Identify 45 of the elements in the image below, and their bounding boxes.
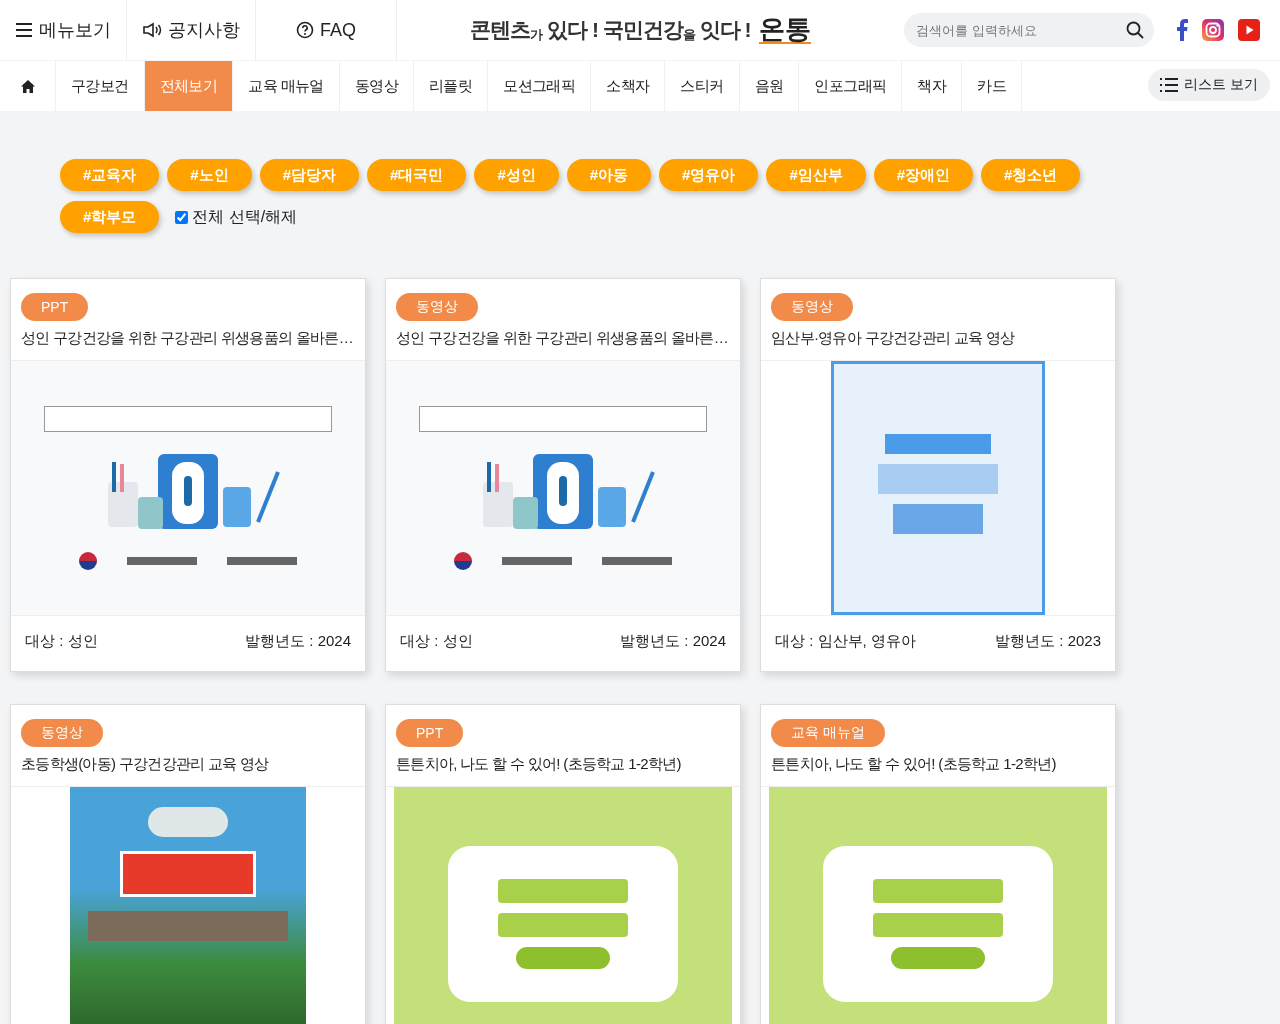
category-badge: 동영상 <box>396 293 478 321</box>
category-badge: PPT <box>21 293 89 321</box>
card-year: 발행년도 : 2023 <box>995 632 1101 651</box>
content-card[interactable]: 교육 매뉴얼 튼튼치아, 나도 할 수 있어! (초등학교 1-2학년) <box>760 704 1116 1024</box>
nav-tab[interactable]: 카드 <box>962 61 1023 111</box>
question-icon <box>296 21 314 39</box>
card-target: 대상 : 성인 <box>400 632 473 651</box>
card-target: 대상 : 성인 <box>25 632 98 651</box>
nav-tab[interactable]: 책자 <box>902 61 963 111</box>
list-view-button[interactable]: 리스트 보기 <box>1148 69 1270 101</box>
logo-slogan: 콘텐츠$_{가}$ 있다 ! 국민건강$_{을}$ 잇다 ! <box>470 17 751 44</box>
nav-tab[interactable]: 동영상 <box>339 61 414 111</box>
category-badge: 교육 매뉴얼 <box>771 719 885 747</box>
speaker-icon <box>142 22 162 38</box>
nav-tab[interactable]: 소책자 <box>591 61 666 111</box>
nav-tab[interactable]: 인포그래픽 <box>799 61 903 111</box>
list-icon <box>1160 78 1179 92</box>
home-icon <box>20 79 35 93</box>
nav-tab[interactable]: 교육 매뉴얼 <box>233 61 340 111</box>
content-card[interactable]: 동영상 임산부·영유아 구강건강관리 교육 영상 대상 : 임산부, 영유아 발행년도 : 2023 <box>760 278 1116 672</box>
instagram-icon[interactable] <box>1202 19 1224 41</box>
select-all-checkbox[interactable] <box>175 210 189 224</box>
category-badge: 동영상 <box>771 293 853 321</box>
nav-tab[interactable]: 스티커 <box>665 61 740 111</box>
nav-tab[interactable]: 모션그래픽 <box>488 61 592 111</box>
nav-tab[interactable]: 음원 <box>739 61 800 111</box>
content-card[interactable]: PPT 성인 구강건강을 위한 구강관리 위생용품의 올바른… 대상 : 성인 발행년도 : 2024 <box>10 278 366 672</box>
logo-brand: 온통 <box>758 16 811 44</box>
content-card[interactable]: 동영상 성인 구강건강을 위한 구강관리 위생용품의 올바른… 대상 : 성인 발행년도 : 2024 <box>385 278 741 672</box>
content-card[interactable]: 동영상 초등학생(아동) 구강건강관리 교육 영상 <box>10 704 366 1024</box>
card-year: 발행년도 : 2024 <box>620 632 726 651</box>
select-all-label: 전체 선택/해제 <box>192 206 298 227</box>
facebook-icon[interactable] <box>1176 19 1188 41</box>
category-badge: PPT <box>396 719 464 747</box>
nav-tab[interactable]: 구강보건 <box>56 61 145 111</box>
search-input[interactable]: 검색어를 입력하세요 <box>914 21 1126 39</box>
nav-tab[interactable]: 리플릿 <box>414 61 489 111</box>
menu-icon <box>15 22 33 38</box>
category-badge: 동영상 <box>21 719 103 747</box>
youtube-icon[interactable] <box>1238 19 1260 41</box>
card-year: 발행년도 : 2024 <box>245 632 351 651</box>
content-card[interactable]: PPT 튼튼치아, 나도 할 수 있어! (초등학교 1-2학년) <box>385 704 741 1024</box>
card-target: 대상 : 임산부, 영유아 <box>775 632 916 651</box>
search-icon[interactable] <box>1126 21 1144 39</box>
search-field[interactable]: 검색어를 입력하세요 <box>904 13 1154 47</box>
